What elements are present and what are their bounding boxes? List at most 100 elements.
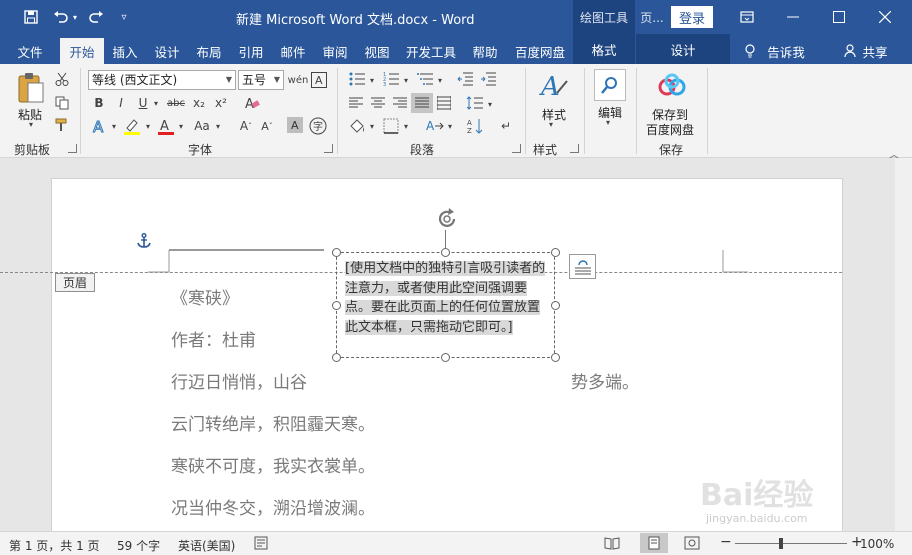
text-effects-icon[interactable]: A <box>90 116 110 136</box>
tab-format[interactable]: 格式 <box>573 34 635 64</box>
font-launcher-icon[interactable] <box>324 144 333 153</box>
justify-icon[interactable] <box>411 93 433 113</box>
save-icon[interactable] <box>20 6 42 28</box>
align-center-icon[interactable] <box>368 94 388 112</box>
tab-mailings[interactable]: 邮件 <box>274 38 312 64</box>
underline-dropdown-icon[interactable]: ▾ <box>151 94 161 112</box>
ribbon-display-options-icon[interactable] <box>724 0 770 34</box>
styles-launcher-icon[interactable] <box>570 144 579 153</box>
tab-insert[interactable]: 插入 <box>106 38 144 64</box>
styles-icon[interactable]: A <box>538 70 570 102</box>
clear-formatting-icon[interactable]: A <box>242 94 262 112</box>
paragraph-launcher-icon[interactable] <box>512 144 521 153</box>
text-effects-dropdown-icon[interactable]: ▾ <box>109 118 119 134</box>
redo-icon[interactable] <box>85 6 107 28</box>
sort-icon[interactable]: AZ <box>465 116 485 136</box>
zoom-level[interactable]: 100% <box>860 537 894 551</box>
read-mode-icon[interactable] <box>604 536 620 553</box>
zoom-out-icon[interactable]: − <box>720 534 732 550</box>
paste-icon[interactable] <box>14 70 48 106</box>
close-icon[interactable] <box>862 0 908 34</box>
save-to-label-line2[interactable]: 百度网盘 <box>646 121 694 138</box>
phonetic-guide-icon[interactable]: wén <box>287 70 309 90</box>
align-left-icon[interactable] <box>346 94 366 112</box>
italic-icon[interactable]: I <box>112 94 130 112</box>
customize-qat-icon[interactable]: ▿ <box>113 6 135 28</box>
resize-handle-left[interactable] <box>332 301 341 310</box>
layout-options-icon[interactable] <box>569 254 596 279</box>
language-indicator[interactable]: 英语(美国) <box>178 537 235 554</box>
highlight-dropdown-icon[interactable]: ▾ <box>143 118 153 134</box>
multilevel-dropdown-icon[interactable]: ▾ <box>435 72 445 88</box>
tab-help[interactable]: 帮助 <box>466 38 504 64</box>
change-case-icon[interactable]: Aa <box>190 116 214 136</box>
tab-file[interactable]: 文件 <box>6 38 54 64</box>
print-layout-icon[interactable] <box>640 533 668 553</box>
tab-view[interactable]: 视图 <box>358 38 396 64</box>
format-painter-icon[interactable] <box>53 116 71 134</box>
login-button[interactable]: 登录 <box>671 6 713 28</box>
decrease-indent-icon[interactable] <box>455 70 475 88</box>
align-right-icon[interactable] <box>390 94 410 112</box>
resize-handle-top[interactable] <box>441 248 450 257</box>
tab-references[interactable]: 引用 <box>232 38 270 64</box>
find-icon[interactable] <box>594 69 626 101</box>
share-button[interactable]: 共享 <box>858 38 892 64</box>
maximize-icon[interactable] <box>816 0 862 34</box>
bullets-dropdown-icon[interactable]: ▾ <box>367 72 377 88</box>
header-tag[interactable]: 页眉 <box>55 273 95 292</box>
font-color-dropdown-icon[interactable]: ▾ <box>176 118 186 134</box>
anchor-icon[interactable] <box>137 233 151 249</box>
cut-icon[interactable] <box>53 70 71 88</box>
tab-developer[interactable]: 开发工具 <box>400 38 462 64</box>
tab-baidu-netdisk[interactable]: 百度网盘 <box>508 38 572 64</box>
styles-button-label[interactable]: 样式 <box>542 106 566 123</box>
change-case-dropdown-icon[interactable]: ▾ <box>213 118 223 134</box>
strikethrough-icon[interactable]: abc <box>165 94 187 112</box>
tab-design[interactable]: 设计 <box>148 38 186 64</box>
numbering-dropdown-icon[interactable]: ▾ <box>401 72 411 88</box>
font-name-dropdown-icon[interactable]: ▼ <box>226 71 232 89</box>
show-marks-icon[interactable]: ↵ <box>497 116 515 136</box>
underline-icon[interactable]: U <box>134 94 152 112</box>
vertical-scrollbar[interactable] <box>895 158 912 531</box>
baidu-netdisk-icon[interactable] <box>655 70 689 102</box>
distributed-icon[interactable] <box>434 94 454 112</box>
tab-layout[interactable]: 布局 <box>190 38 228 64</box>
increase-indent-icon[interactable] <box>478 70 498 88</box>
bullets-icon[interactable] <box>346 70 368 88</box>
zoom-slider-thumb[interactable] <box>779 538 783 549</box>
resize-handle-bottom-left[interactable] <box>332 353 341 362</box>
subscript-icon[interactable]: x₂ <box>190 94 208 112</box>
resize-handle-right[interactable] <box>551 301 560 310</box>
resize-handle-top-left[interactable] <box>332 248 341 257</box>
copy-icon[interactable] <box>53 94 71 112</box>
undo-dropdown-icon[interactable]: ▾ <box>70 6 80 28</box>
word-count[interactable]: 59 个字 <box>117 537 160 554</box>
tab-context-design[interactable]: 设计 <box>636 34 730 64</box>
superscript-icon[interactable]: x² <box>212 94 230 112</box>
editing-dropdown-icon[interactable]: ▾ <box>606 118 610 127</box>
line-spacing-icon[interactable] <box>464 94 486 112</box>
tell-me-button[interactable]: 告诉我 <box>764 38 808 64</box>
enclose-characters-icon[interactable]: 字 <box>308 116 328 136</box>
zoom-slider[interactable] <box>735 543 847 544</box>
character-shading-icon[interactable]: A <box>286 116 304 134</box>
resize-handle-bottom-right[interactable] <box>551 353 560 362</box>
chinese-layout-dropdown-icon[interactable]: ▾ <box>445 118 455 134</box>
font-size-combo[interactable]: 五号 ▼ <box>238 70 284 90</box>
paste-dropdown-icon[interactable]: ▾ <box>29 120 33 129</box>
clipboard-launcher-icon[interactable] <box>68 144 77 153</box>
resize-handle-bottom[interactable] <box>441 353 450 362</box>
multilevel-list-icon[interactable] <box>414 70 436 88</box>
borders-dropdown-icon[interactable]: ▾ <box>401 118 411 134</box>
borders-icon[interactable] <box>380 116 402 136</box>
grow-font-icon[interactable]: Aˆ <box>236 116 256 136</box>
bold-icon[interactable]: B <box>90 94 108 112</box>
highlight-color-icon[interactable] <box>122 116 142 136</box>
font-size-dropdown-icon[interactable]: ▼ <box>274 71 280 89</box>
macro-record-icon[interactable] <box>254 536 268 553</box>
numbering-icon[interactable]: 123 <box>380 70 402 88</box>
tab-review[interactable]: 审阅 <box>316 38 354 64</box>
chinese-layout-icon[interactable]: A <box>424 116 446 136</box>
